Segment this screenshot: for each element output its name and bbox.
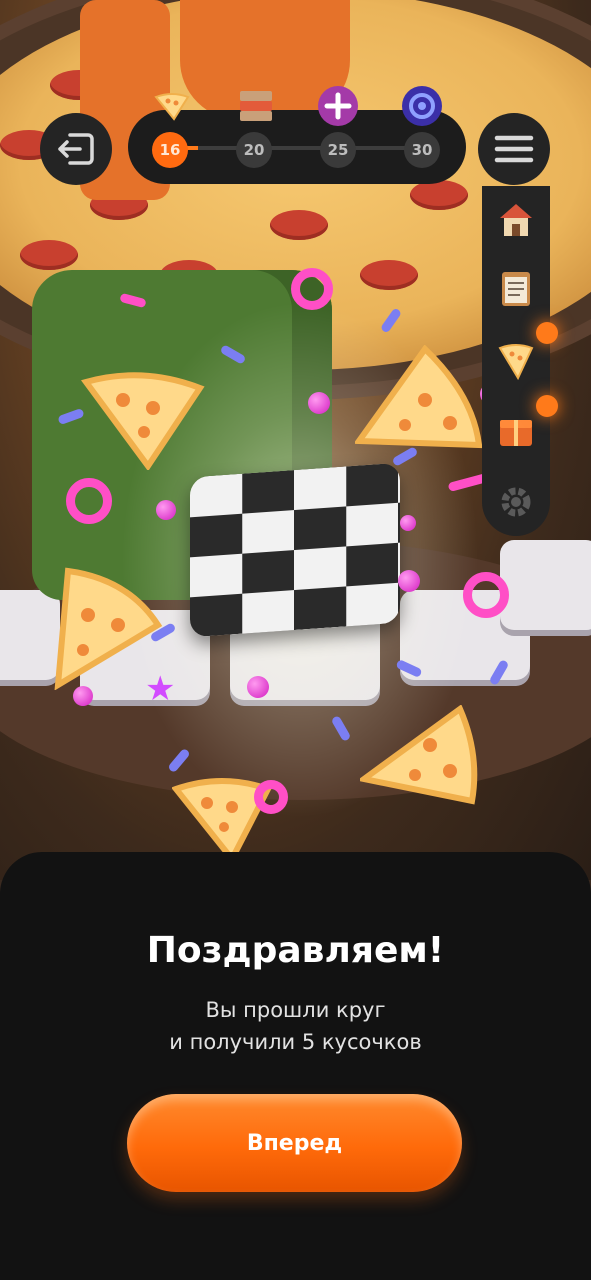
checklist-icon[interactable] bbox=[496, 268, 536, 308]
milestone-node: 25 bbox=[320, 132, 356, 168]
pizza-slice-icon bbox=[152, 86, 192, 126]
menu-button[interactable] bbox=[478, 113, 550, 185]
reward-dialog: Поздравляем! Вы прошли круг и получили 5… bbox=[0, 852, 591, 1280]
ball-confetti bbox=[398, 570, 420, 592]
dialog-subtitle-line: Вы прошли круг bbox=[205, 998, 386, 1022]
ball-confetti bbox=[156, 500, 176, 520]
lap-progress-bar: 16 20 25 30 bbox=[128, 86, 466, 184]
continue-button[interactable]: Вперед bbox=[127, 1094, 462, 1192]
donut-confetti bbox=[66, 478, 112, 524]
ball-confetti bbox=[73, 686, 93, 706]
gift-icon[interactable] bbox=[496, 410, 536, 450]
milestone-node: 20 bbox=[236, 132, 272, 168]
pizza-slice-icon bbox=[81, 372, 205, 470]
dialog-subtitle: Вы прошли круг и получили 5 кусочков bbox=[0, 994, 591, 1058]
house-icon[interactable] bbox=[496, 200, 536, 240]
board-tile bbox=[500, 540, 591, 630]
progress-track bbox=[168, 146, 438, 150]
donut-confetti bbox=[463, 572, 509, 618]
hamburger-icon bbox=[494, 135, 534, 163]
milestone-node: 30 bbox=[404, 132, 440, 168]
coin-icon bbox=[402, 86, 442, 126]
ball-confetti bbox=[400, 515, 416, 531]
pizza-slice-icon[interactable] bbox=[496, 340, 536, 380]
notification-dot bbox=[536, 322, 558, 344]
plus-icon bbox=[318, 86, 358, 126]
exit-button[interactable] bbox=[40, 113, 112, 185]
checkered-flag bbox=[190, 462, 400, 638]
ball-confetti bbox=[247, 676, 269, 698]
notification-dot bbox=[536, 395, 558, 417]
exit-icon bbox=[58, 133, 94, 165]
donut-confetti bbox=[291, 268, 333, 310]
dialog-subtitle-line: и получили 5 кусочков bbox=[169, 1030, 422, 1054]
pizza-box-icon bbox=[236, 86, 276, 126]
donut-confetti bbox=[254, 780, 288, 814]
ball-confetti bbox=[308, 392, 330, 414]
star-confetti: ★ bbox=[145, 669, 176, 709]
dialog-title: Поздравляем! bbox=[146, 930, 445, 971]
gear-icon[interactable] bbox=[496, 482, 536, 522]
pizza-slice-icon bbox=[360, 705, 478, 805]
side-menu-panel bbox=[482, 186, 550, 536]
milestone-node: 16 bbox=[152, 132, 188, 168]
pizza-slice-icon bbox=[355, 345, 483, 449]
